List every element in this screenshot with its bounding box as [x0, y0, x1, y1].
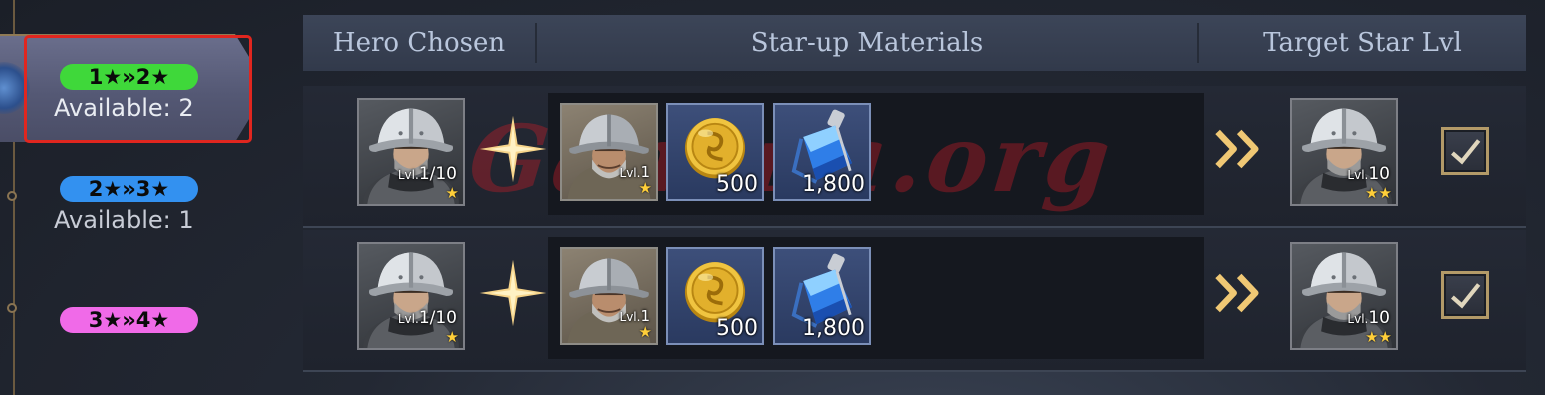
target-hero-card[interactable]: Lvl.10 ★★ — [1290, 98, 1398, 206]
header-star-up-materials: Star-up Materials — [750, 28, 984, 58]
target-stars: ★★ — [1365, 184, 1392, 202]
target-stars: ★★ — [1365, 328, 1392, 346]
table-header: Hero Chosen Star-up Materials Target Sta… — [303, 15, 1526, 71]
gold-coin-amount: 500 — [716, 172, 758, 197]
tier-rail-dot — [7, 303, 17, 313]
potion-amount: 1,800 — [802, 316, 865, 341]
hero-stars: ★ — [445, 328, 459, 346]
row-select-checkbox[interactable] — [1441, 271, 1489, 319]
material-hero-card[interactable]: Lvl.1 ★ — [560, 103, 658, 201]
gold-coin-card[interactable]: 500 — [666, 247, 764, 345]
gold-coin-amount: 500 — [716, 316, 758, 341]
hero-chosen-card[interactable]: Lvl.1/10 ★ — [357, 242, 465, 350]
target-level: Lvl.10 — [1347, 308, 1390, 328]
gold-coin-card[interactable]: 500 — [666, 103, 764, 201]
checkmark-icon — [1444, 274, 1486, 316]
material-hero-card[interactable]: Lvl.1 ★ — [560, 247, 658, 345]
material-hero-stars: ★ — [638, 323, 652, 341]
potion-amount: 1,800 — [802, 172, 865, 197]
target-hero-card[interactable]: Lvl.10 ★★ — [1290, 242, 1398, 350]
potion-card[interactable]: 1,800 — [773, 247, 871, 345]
tier-pill-3-to-4[interactable]: 3★»4★ — [60, 307, 198, 333]
hero-stars: ★ — [445, 184, 459, 202]
checkmark-icon — [1444, 130, 1486, 172]
header-target-star-lvl: Target Star Lvl — [1263, 28, 1462, 58]
tier-available-2: Available: 1 — [54, 206, 194, 234]
selected-tier-highlight — [24, 35, 252, 143]
hero-level: Lvl.1/10 — [397, 164, 457, 184]
double-chevron-icon — [1214, 270, 1268, 316]
plus-sparkle-icon — [479, 115, 547, 183]
tier-rail-dot — [7, 191, 17, 201]
row-select-checkbox[interactable] — [1441, 127, 1489, 175]
plus-sparkle-icon — [479, 259, 547, 327]
tier-pill-2-to-3[interactable]: 2★»3★ — [60, 176, 198, 202]
hero-chosen-card[interactable]: Lvl.1/10 ★ — [357, 98, 465, 206]
material-hero-stars: ★ — [638, 179, 652, 197]
target-level: Lvl.10 — [1347, 164, 1390, 184]
hero-level: Lvl.1/10 — [397, 308, 457, 328]
potion-card[interactable]: 1,800 — [773, 103, 871, 201]
double-chevron-icon — [1214, 126, 1268, 172]
header-hero-chosen: Hero Chosen — [332, 28, 506, 58]
